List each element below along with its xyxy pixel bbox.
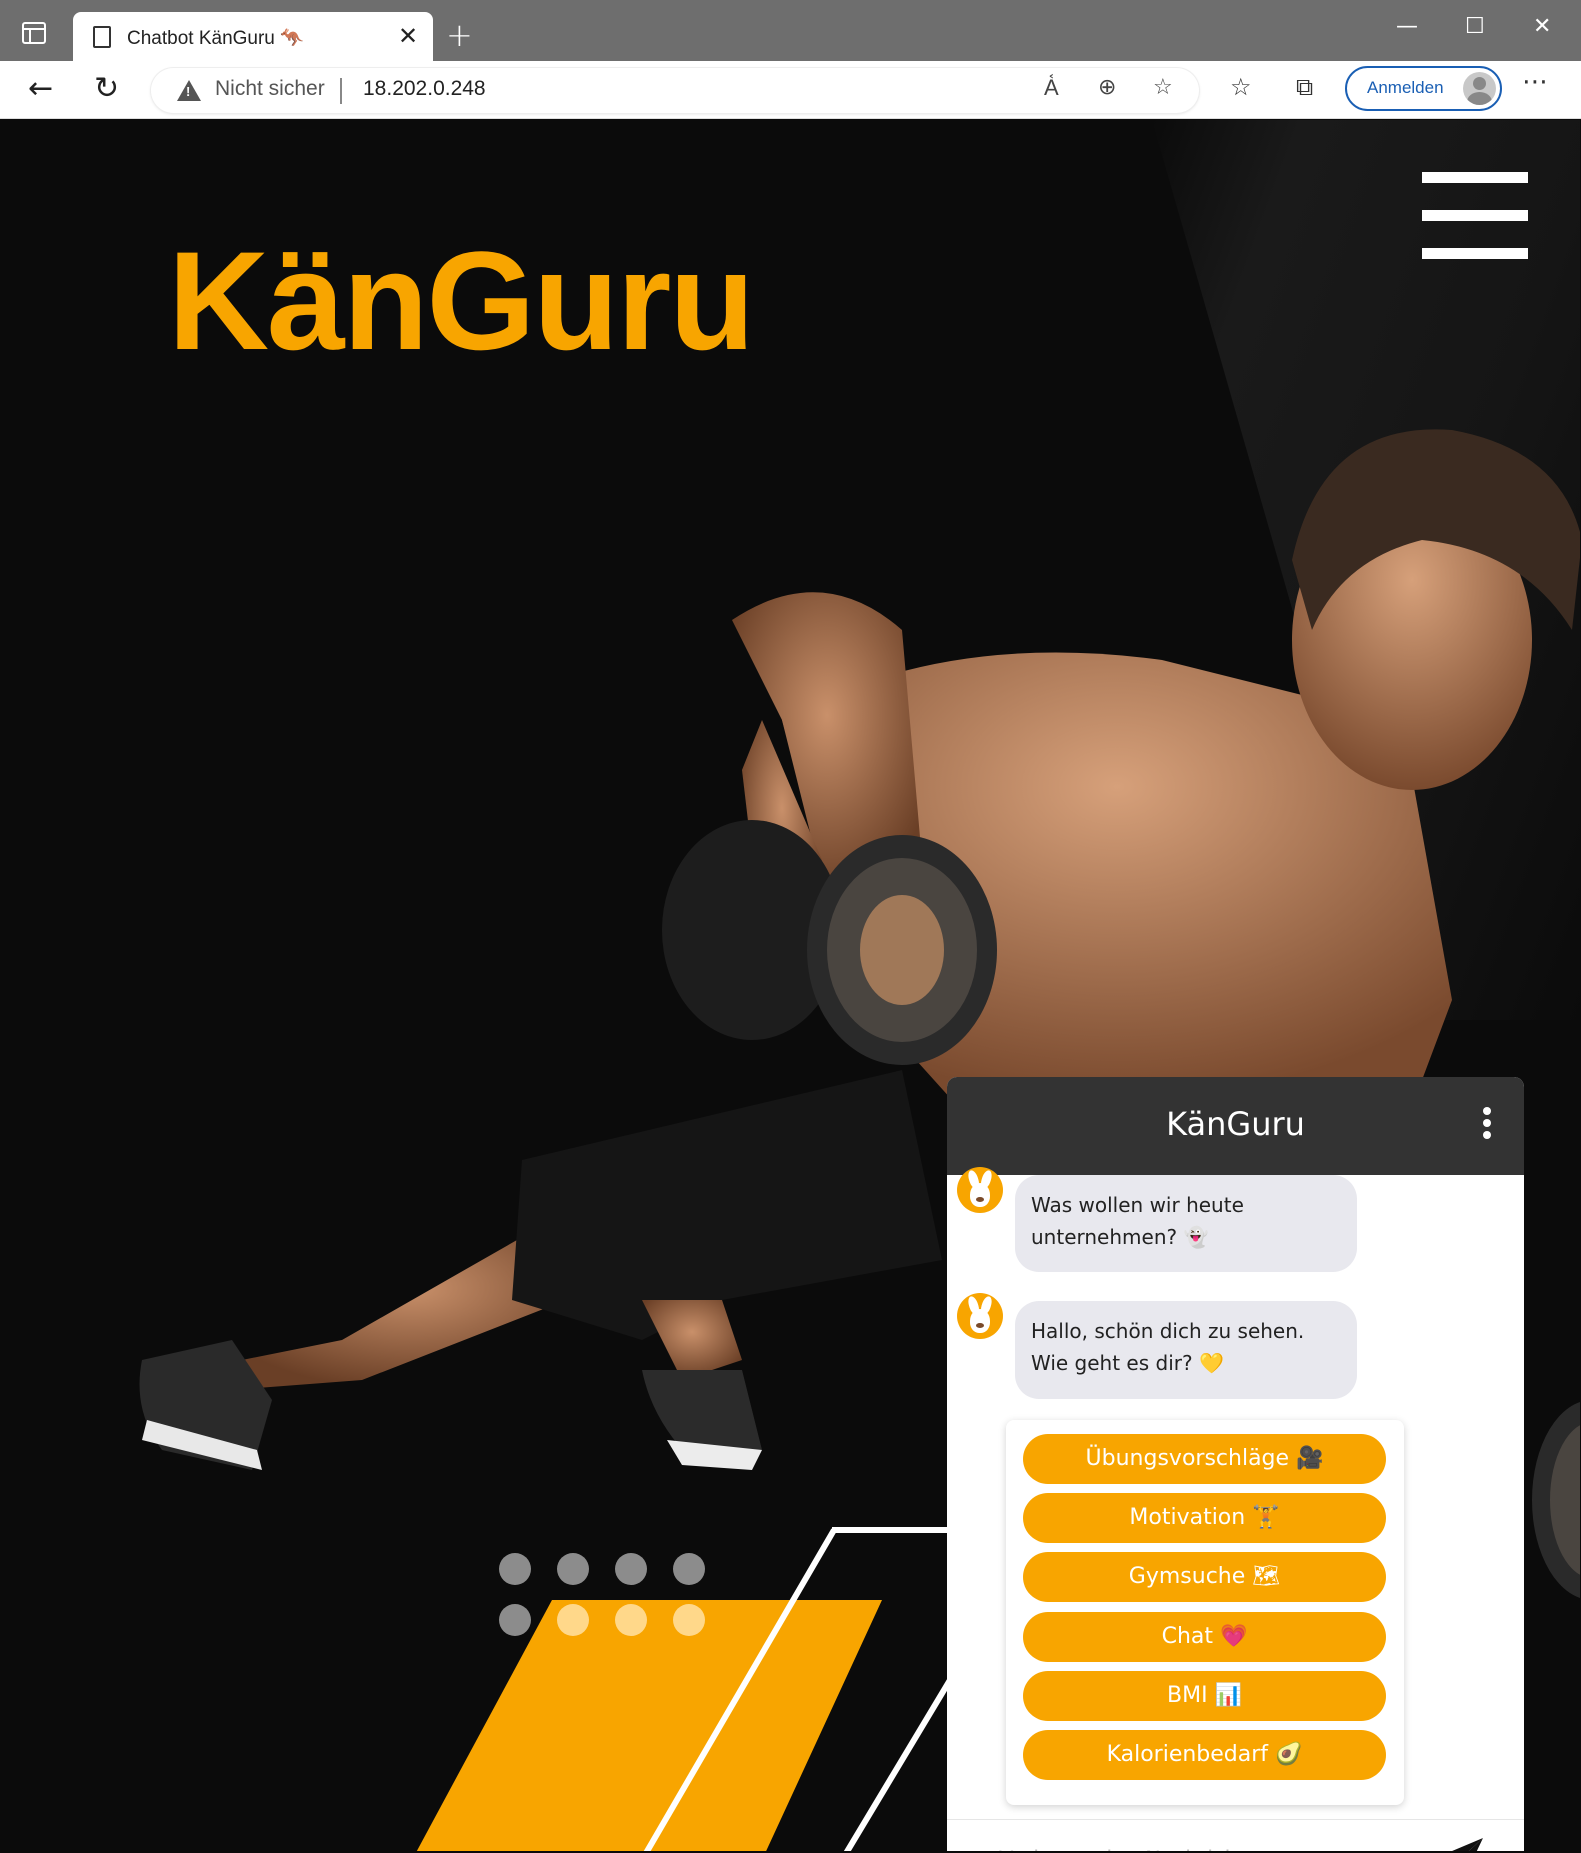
chat-widget: KänGuru Was wollen wir heute unternehmen… [947,1077,1524,1851]
chat-menu-icon[interactable] [1483,1107,1491,1139]
quick-reply-options: Übungsvorschläge 🎥 Motivation 🏋 Gymsuche… [1006,1420,1404,1805]
carousel-dot[interactable] [673,1604,705,1636]
reload-button[interactable]: ↻ [94,71,119,106]
option-chat-button[interactable]: Chat 💗 [1023,1612,1386,1662]
input-divider [947,1819,1524,1820]
page-icon [93,26,111,48]
message-line: Wie geht es dir? 💛 [1031,1351,1224,1375]
browser-window: Chatbot KänGuru 🦘 ✕ + — ☐ ✕ ← ↻ Nicht si… [0,0,1581,1853]
profile-avatar-icon [1463,72,1496,105]
close-window-button[interactable]: ✕ [1533,14,1551,39]
maximize-button[interactable]: ☐ [1465,14,1485,39]
page-content: KänGuru KänGuru Was wollen wir heute unt… [2,120,1580,1851]
tab-title: Chatbot KänGuru 🦘 [127,28,304,49]
tab-chatbot[interactable]: Chatbot KänGuru 🦘 ✕ [73,12,433,62]
carousel-dot[interactable] [557,1604,589,1636]
message-line: Was wollen wir heute [1031,1193,1244,1217]
send-icon[interactable] [1439,1832,1489,1851]
collections-icon[interactable]: ⧉ [1296,73,1313,101]
carousel-dot[interactable] [615,1553,647,1585]
warning-icon[interactable] [177,80,201,101]
bot-avatar [957,1167,1003,1213]
message-input[interactable] [999,1834,1419,1851]
signin-button[interactable]: Anmelden [1345,66,1502,111]
title-bar: Chatbot KänGuru 🦘 ✕ + — ☐ ✕ [0,0,1581,62]
minimize-button[interactable]: — [1396,14,1418,39]
back-button[interactable]: ← [28,71,53,106]
option-uebungsvorschlaege-button[interactable]: Übungsvorschläge 🎥 [1023,1434,1386,1484]
hamburger-menu-icon[interactable] [1422,172,1528,259]
zoom-icon[interactable]: ⊕ [1098,75,1116,100]
chat-message: Was wollen wir heute unternehmen? 👻 [1015,1175,1357,1272]
option-bmi-button[interactable]: BMI 📊 [1023,1671,1386,1721]
favorites-icon[interactable]: ☆ [1230,73,1252,101]
tab-close-icon[interactable]: ✕ [398,22,418,50]
chat-message: Hallo, schön dich zu sehen. Wie geht es … [1015,1301,1357,1399]
read-aloud-icon[interactable]: A᷾ [1044,75,1059,101]
carousel-dot[interactable] [499,1604,531,1636]
message-line: Hallo, schön dich zu sehen. [1031,1319,1305,1343]
url-text[interactable]: 18.202.0.248 [363,77,486,101]
browser-toolbar: ← ↻ Nicht sicher 18.202.0.248 A᷾ ⊕ ☆ ☆ ⧉… [0,61,1581,119]
chat-title: KänGuru [1166,1105,1305,1143]
tab-actions-icon[interactable] [22,22,46,44]
carousel-dot[interactable] [615,1604,647,1636]
option-gymsuche-button[interactable]: Gymsuche 🗺 [1023,1552,1386,1602]
bot-avatar [957,1293,1003,1339]
address-separator [340,78,342,104]
address-bar[interactable]: Nicht sicher 18.202.0.248 A᷾ ⊕ ☆ [151,68,1199,113]
option-motivation-button[interactable]: Motivation 🏋 [1023,1493,1386,1543]
message-line: unternehmen? 👻 [1031,1225,1209,1249]
chat-header: KänGuru [947,1077,1524,1175]
signin-label: Anmelden [1367,78,1444,97]
new-tab-button[interactable]: + [446,16,473,54]
carousel-dot[interactable] [499,1553,531,1585]
add-favorite-icon[interactable]: ☆ [1153,75,1173,100]
security-label[interactable]: Nicht sicher [215,77,325,101]
carousel-dot[interactable] [673,1553,705,1585]
option-kalorienbedarf-button[interactable]: Kalorienbedarf 🥑 [1023,1730,1386,1780]
carousel-dot[interactable] [557,1553,589,1585]
more-menu-icon[interactable]: ⋯ [1522,67,1548,97]
